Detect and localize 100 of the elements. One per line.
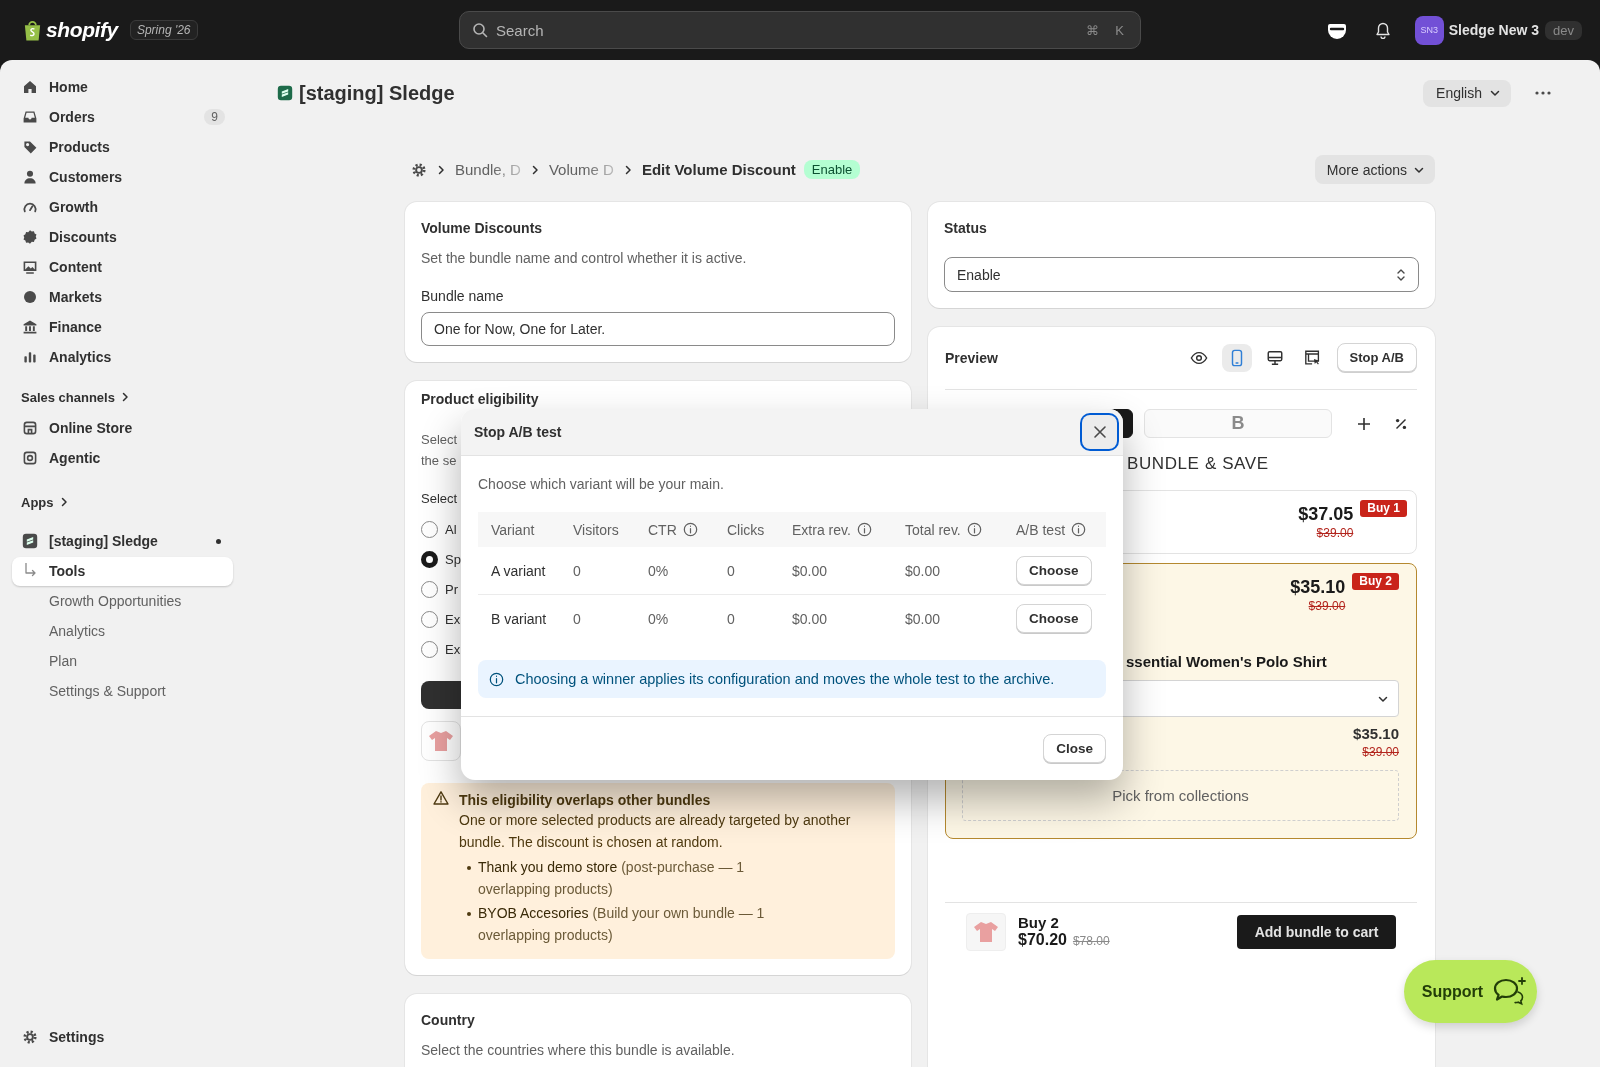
table-cell: $0.00	[905, 562, 941, 579]
stop-ab-button[interactable]: Stop A/B	[1336, 343, 1417, 372]
count-badge: 9	[204, 109, 225, 125]
status-badge: Enable	[803, 160, 861, 179]
account-name[interactable]: Sledge New 3	[1448, 22, 1540, 38]
nav-item[interactable]: Plan	[12, 646, 233, 676]
page-title: Edit Volume Discount	[641, 161, 796, 178]
table-cell: A variant	[491, 562, 546, 579]
column-header: Visitors	[573, 521, 619, 538]
mask-icon[interactable]	[1326, 21, 1347, 39]
card-description: Select the countries where this bundle is available.	[421, 1041, 736, 1060]
nav-item[interactable]: Online Store	[12, 413, 233, 443]
radio-label[interactable]: Pr	[445, 581, 458, 597]
breadcrumb-link[interactable]: Volume D	[548, 161, 614, 178]
avatar[interactable]: SN3	[1414, 15, 1444, 45]
bundle-link[interactable]: Thank you demo store	[478, 859, 618, 875]
total-price: $70.20	[1018, 931, 1067, 949]
dialog-description: Choose which variant will be your main.	[478, 475, 725, 494]
bank-icon	[22, 319, 38, 335]
language-select[interactable]: English	[1423, 79, 1511, 107]
column-header: A/B test	[1016, 521, 1066, 538]
price: $35.10	[1353, 724, 1399, 744]
shirt-icon	[973, 920, 999, 944]
bullet-icon	[467, 912, 471, 916]
branch-icon	[22, 563, 38, 579]
add-to-cart-button[interactable]: Add bundle to cart	[1237, 915, 1396, 949]
support-button[interactable]: Support	[1404, 960, 1537, 1023]
nav-item[interactable]: Growth Opportunities	[12, 586, 233, 616]
close-button[interactable]	[1082, 415, 1117, 449]
choose-button[interactable]: Choose	[1016, 604, 1092, 633]
gear-icon	[22, 1029, 38, 1045]
nav-item[interactable]: Discounts	[12, 222, 233, 252]
choose-button[interactable]: Choose	[1016, 556, 1092, 585]
compare-price: $78.00	[1072, 934, 1110, 948]
radio-label[interactable]: Sp	[445, 551, 461, 567]
percent-icon[interactable]	[1395, 417, 1407, 430]
section-link[interactable]: Apps	[12, 492, 233, 512]
section-link[interactable]: Sales channels	[12, 387, 233, 407]
person-icon	[22, 169, 38, 185]
nav-item[interactable]: Agentic	[12, 443, 233, 473]
radio-label[interactable]: Al	[445, 521, 457, 537]
more-actions-button[interactable]: More actions	[1314, 155, 1435, 184]
nav-item[interactable]: Settings & Support	[12, 676, 233, 706]
plus-icon[interactable]	[1357, 416, 1371, 431]
close-icon	[1092, 425, 1107, 439]
radio-button[interactable]	[421, 550, 438, 568]
close-button[interactable]: Close	[1043, 734, 1106, 763]
nav-item[interactable]: Growth	[12, 192, 233, 222]
nav-item[interactable]: Settings	[12, 1022, 233, 1052]
nav-item[interactable]: Analytics	[12, 342, 233, 372]
card-description: the se	[421, 452, 457, 470]
bundle-quantity: Buy 2	[1018, 915, 1060, 931]
price: $35.10	[1290, 576, 1346, 598]
edition-badge: Spring '26	[129, 20, 198, 40]
nav-item[interactable]: Products	[12, 132, 233, 162]
select-field[interactable]: Enable	[944, 257, 1419, 292]
table-cell: $0.00	[905, 610, 941, 627]
bag-icon	[22, 18, 43, 42]
dialog-title: Stop A/B test	[474, 424, 562, 440]
card-title: Volume Discounts	[421, 219, 544, 238]
column-header: CTR	[648, 521, 677, 538]
nav-item[interactable]: [staging] Sledge	[12, 526, 216, 556]
search-field[interactable]: Search ⌘ K	[459, 11, 1141, 49]
warning-title: This eligibility overlaps other bundles	[459, 791, 712, 810]
nav-item[interactable]: Customers	[12, 162, 233, 192]
radio-label[interactable]: Ex	[445, 611, 461, 627]
bell-icon[interactable]	[1374, 21, 1391, 39]
list-item: BYOB Accesories (Build your own bundle — 1 overlapping products)	[478, 904, 766, 945]
nav-item[interactable]: Finance	[12, 312, 233, 342]
shirt-icon	[428, 729, 454, 753]
table-cell: 0%	[648, 562, 669, 579]
bundle-link[interactable]: BYOB Accesories	[478, 905, 589, 921]
view-toggle[interactable]	[1221, 343, 1252, 372]
list-item: Thank you demo store (post-purchase — 1 overlapping products)	[478, 858, 746, 899]
nav-item[interactable]: Analytics	[12, 616, 233, 646]
info-icon	[489, 671, 504, 687]
nav-item[interactable]: Home	[12, 72, 233, 102]
chat-icon	[1493, 976, 1528, 1007]
nav-item[interactable]: Markets	[12, 282, 233, 312]
radio-label[interactable]: Ex	[445, 641, 461, 657]
breadcrumb-link[interactable]: Bundle, D	[455, 161, 521, 178]
search-input[interactable]: Search	[496, 21, 1071, 39]
warning-icon	[433, 790, 449, 806]
nav-item[interactable]: Orders	[12, 102, 205, 132]
field-label: Select	[421, 490, 458, 508]
nav-item[interactable]: Tools	[12, 556, 233, 586]
dot-icon	[216, 538, 221, 544]
settings-icon	[411, 161, 427, 178]
more-icon	[1535, 91, 1551, 95]
image-icon	[22, 259, 38, 275]
text-field[interactable]: One for Now, One for Later.	[421, 312, 895, 346]
table-cell: $0.00	[792, 610, 828, 627]
monitor-icon	[1265, 348, 1284, 367]
nav-item[interactable]: Content	[12, 252, 233, 282]
shortcut-key: ⌘	[1086, 22, 1100, 38]
card-title: Preview	[945, 349, 998, 366]
up-down-icon	[1396, 267, 1406, 282]
table-cell: 0	[573, 610, 581, 627]
inbox-icon	[22, 109, 38, 125]
house-icon	[22, 79, 38, 95]
